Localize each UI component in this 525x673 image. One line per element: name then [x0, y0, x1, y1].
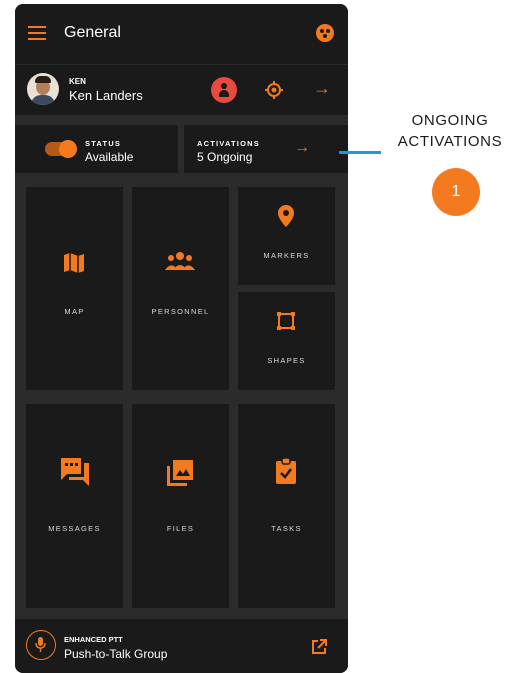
status-value: Available: [85, 150, 134, 164]
phone-screen: General KEN Ken Landers → STATUS Availab…: [15, 4, 348, 673]
locate-icon[interactable]: [265, 81, 283, 99]
app-bar: General: [15, 4, 348, 64]
map-icon: [64, 253, 84, 273]
tile-files[interactable]: FILES: [132, 404, 229, 608]
status-label: STATUS: [85, 139, 122, 148]
arrow-right-icon: →: [294, 139, 310, 156]
arrow-right-icon[interactable]: →: [313, 78, 331, 99]
tile-map-label: MAP: [64, 307, 85, 316]
microphone-icon: [35, 637, 46, 652]
callout-badge: 1: [432, 168, 480, 216]
shape-icon: [277, 312, 295, 330]
avatar[interactable]: [27, 73, 59, 105]
app-logo-icon[interactable]: [316, 24, 334, 42]
tile-shapes[interactable]: SHAPES: [238, 292, 335, 390]
tile-map[interactable]: MAP: [26, 187, 123, 390]
ptt-bar[interactable]: ENHANCED PTT Push-to-Talk Group: [15, 619, 348, 673]
messages-icon: [61, 458, 89, 486]
callout-line1: ONGOING: [411, 112, 489, 129]
status-toggle[interactable]: [45, 140, 77, 158]
ptt-group-name: Push-to-Talk Group: [64, 647, 168, 661]
activations-value: 5 Ongoing: [197, 150, 253, 164]
tile-tasks[interactable]: TASKS: [238, 404, 335, 608]
user-callsign: KEN: [69, 77, 86, 86]
location-pin-icon: [278, 205, 294, 227]
microphone-button[interactable]: [26, 630, 56, 660]
image-gallery-icon: [167, 460, 193, 486]
tile-personnel-label: PERSONNEL: [151, 307, 210, 316]
tile-markers[interactable]: MARKERS: [238, 187, 335, 285]
ptt-label: ENHANCED PTT: [64, 635, 123, 644]
tile-messages-label: MESSAGES: [48, 524, 101, 533]
activations-label: ACTIVATIONS: [197, 139, 260, 148]
menu-icon[interactable]: [28, 26, 46, 40]
user-row: KEN Ken Landers →: [15, 64, 348, 115]
status-card: STATUS Available: [15, 125, 178, 173]
tile-tasks-label: TASKS: [271, 524, 302, 533]
open-external-icon[interactable]: [311, 639, 327, 655]
user-name: Ken Landers: [69, 88, 143, 103]
clipboard-check-icon: [276, 458, 296, 484]
tile-messages[interactable]: MESSAGES: [26, 404, 123, 608]
tile-shapes-label: SHAPES: [267, 356, 306, 365]
activations-card[interactable]: ACTIVATIONS 5 Ongoing →: [184, 125, 348, 173]
callout-line2: ACTIVATIONS: [397, 133, 503, 150]
tile-personnel[interactable]: PERSONNEL: [132, 187, 229, 390]
person-status-icon[interactable]: [211, 77, 237, 103]
group-icon: [165, 252, 195, 270]
app-title: General: [64, 24, 121, 41]
callout-line: [339, 151, 381, 154]
tile-markers-label: MARKERS: [263, 251, 310, 260]
tile-files-label: FILES: [166, 524, 195, 533]
callout-text: ONGOING ACTIVATIONS: [380, 110, 520, 152]
